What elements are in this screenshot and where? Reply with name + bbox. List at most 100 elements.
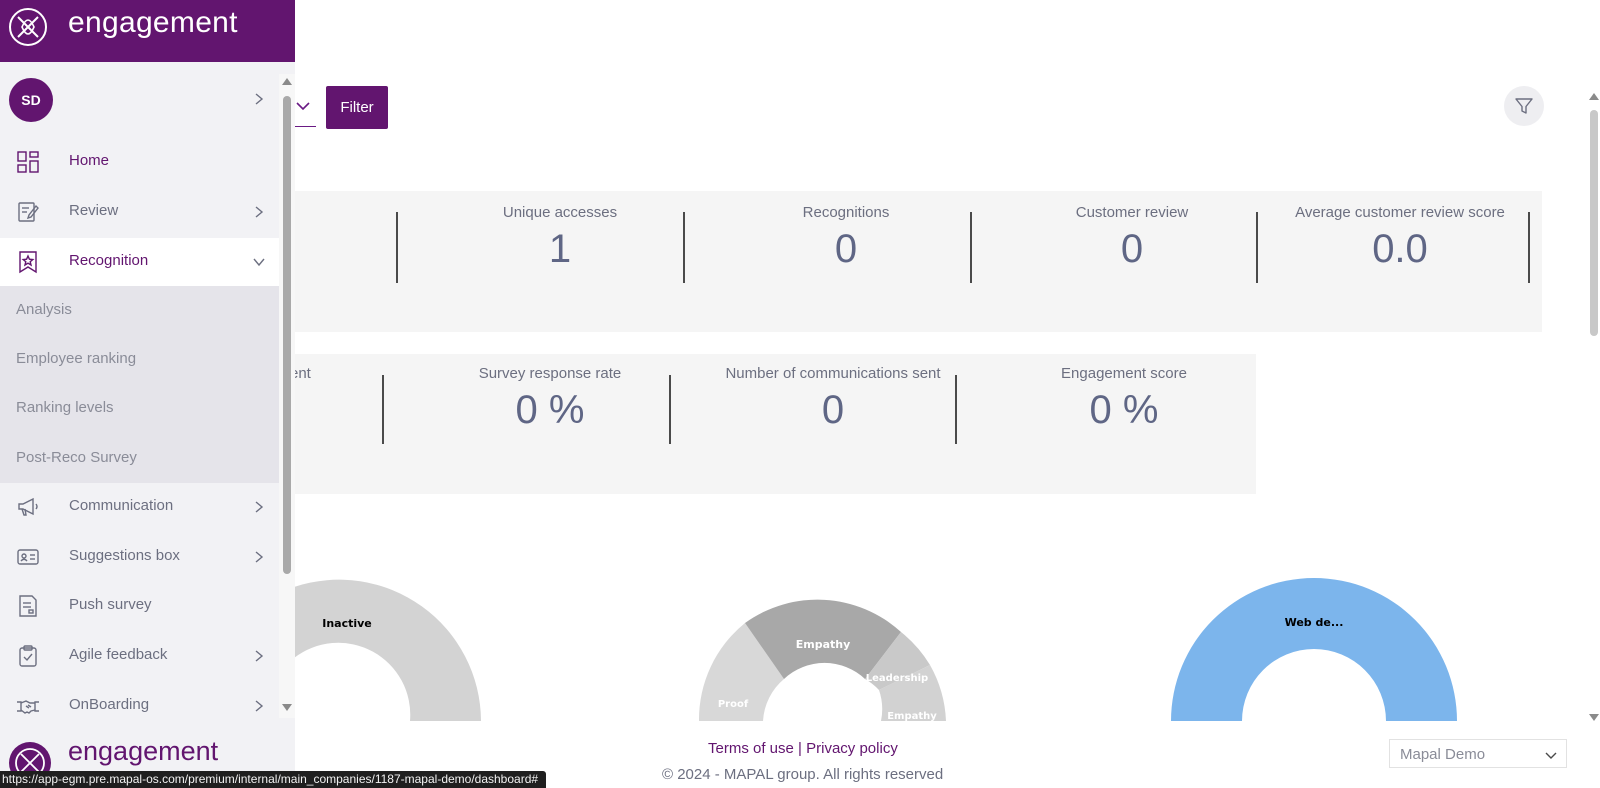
kpi-row-primary: Unique accesses 1 Recognitions 0 Custome…	[294, 191, 1542, 332]
engagement-logo-icon	[9, 8, 47, 46]
user-profile-row[interactable]: SD	[0, 78, 280, 122]
brand-name: engagement	[68, 736, 219, 766]
brand-footer: engagement	[0, 736, 295, 784]
scroll-up-arrow-icon[interactable]	[1589, 93, 1599, 100]
avatar: SD	[9, 78, 53, 122]
sidebar-item-label: Agile feedback	[69, 646, 168, 663]
chart1-label: Inactive	[322, 617, 372, 630]
chevron-down-icon[interactable]	[295, 98, 311, 114]
sidebar-item-label: Push survey	[69, 596, 152, 613]
footer-links: Terms of use | Privacy policy	[708, 740, 898, 757]
kpi-label: Engagement score	[1061, 365, 1187, 382]
kpi-label: Survey response rate	[478, 365, 622, 382]
sidebar-item-label: Recognition	[69, 252, 149, 269]
kpi-divider	[970, 212, 972, 283]
kpi-value: 0	[1120, 227, 1144, 271]
footer-separator: |	[798, 740, 802, 757]
scroll-down-arrow-icon[interactable]	[282, 704, 292, 711]
brand-header[interactable]: engagement	[0, 0, 295, 62]
scroll-down-arrow-icon[interactable]	[1589, 714, 1599, 721]
kpi-value: 0	[834, 227, 858, 271]
chart2-label: Leadership	[866, 673, 928, 684]
kpi-label: Customer review	[1075, 204, 1189, 221]
grid-icon	[17, 151, 39, 173]
chevron-right-icon	[255, 93, 264, 105]
chevron-right-icon	[255, 206, 264, 218]
company-select[interactable]: Mapal Demo	[1389, 739, 1567, 768]
chevron-down-icon	[253, 258, 265, 267]
chevron-right-icon	[255, 650, 264, 662]
sidebar: engagement SD Home Review Recognition An…	[0, 0, 295, 788]
kpi-divider	[955, 375, 957, 444]
kpi-label: Unique accesses	[502, 204, 618, 221]
kpi-unique-accesses: Unique accesses 1	[440, 204, 680, 272]
kpi-value: 0	[821, 388, 845, 432]
funnel-icon	[1515, 98, 1533, 114]
kpi-row-secondary: ent Survey response rate 0 % Number of c…	[290, 354, 1256, 494]
kpi-divider	[382, 375, 384, 444]
privacy-policy-link[interactable]: Privacy policy	[806, 740, 898, 757]
kpi-communications-sent: Number of communications sent 0	[698, 365, 968, 433]
chart2-label: Empathy	[796, 638, 851, 651]
kpi-customer-review: Customer review 0	[1012, 204, 1252, 272]
kpi-label: Recognitions	[802, 204, 890, 221]
handshake-icon	[17, 700, 39, 714]
recognition-submenu: Analysis Employee ranking Ranking levels…	[0, 286, 279, 483]
kpi-average-customer-review-score: Average customer review score 0.0	[1280, 204, 1520, 272]
kpi-value: 1	[548, 227, 572, 271]
brand-name: engagement	[68, 6, 238, 39]
sidebar-item-review[interactable]: Review	[0, 188, 279, 236]
submenu-item-analysis[interactable]: Analysis	[16, 301, 72, 318]
sidebar-item-label: Communication	[69, 497, 174, 514]
chart3-slice-web[interactable]	[1171, 578, 1457, 721]
filter-button[interactable]: Filter	[326, 86, 388, 129]
edit-document-icon	[18, 202, 39, 222]
kpi-divider	[683, 212, 685, 283]
submenu-item-employee-ranking[interactable]: Employee ranking	[16, 350, 136, 367]
chart3-label: Web de...	[1285, 616, 1344, 629]
sidebar-item-recognition[interactable]: Recognition	[0, 238, 279, 286]
sidebar-item-push-survey[interactable]: Push survey	[0, 582, 279, 630]
copyright-text: © 2024 - MAPAL group. All rights reserve…	[662, 766, 944, 783]
megaphone-icon	[18, 497, 38, 516]
kpi-label: Average customer review score	[1295, 204, 1505, 221]
donut-charts: Inactive Empathy Leadership Empathy Proo…	[294, 578, 1457, 721]
charts-area: Inactive Empathy Leadership Empathy Proo…	[294, 560, 1584, 721]
kpi-value: 0.0	[1372, 227, 1428, 271]
id-card-icon	[17, 549, 39, 565]
submenu-item-post-reco-survey[interactable]: Post-Reco Survey	[16, 449, 137, 466]
scroll-up-arrow-icon[interactable]	[282, 78, 292, 85]
sidebar-item-label: Review	[69, 202, 119, 219]
terms-of-use-link[interactable]: Terms of use	[708, 740, 794, 757]
chevron-right-icon	[255, 700, 264, 712]
kpi-engagement-score: Engagement score 0 %	[999, 365, 1249, 433]
sidebar-item-label: Home	[69, 152, 110, 169]
sidebar-scrollbar[interactable]	[279, 74, 295, 718]
chevron-right-icon	[255, 501, 264, 513]
sidebar-item-label: OnBoarding	[69, 696, 150, 713]
sidebar-item-suggestions-box[interactable]: Suggestions box	[0, 533, 279, 581]
kpi-label: Number of communications sent	[725, 365, 941, 382]
chevron-down-icon	[1545, 752, 1557, 759]
clipboard-icon	[19, 645, 37, 667]
chart1-slice-inactive[interactable]	[294, 579, 481, 721]
page-scrollbar[interactable]	[1588, 88, 1600, 722]
filter-select-underline	[292, 126, 316, 127]
bookmark-star-icon	[19, 251, 37, 274]
kpi-value: 0 %	[515, 388, 585, 432]
chart2-label: Empathy	[887, 711, 937, 721]
chevron-right-icon	[255, 551, 264, 563]
scrollbar-thumb[interactable]	[283, 96, 291, 574]
sidebar-item-communication[interactable]: Communication	[0, 483, 279, 531]
company-select-value: Mapal Demo	[1400, 746, 1486, 763]
sidebar-item-onboarding[interactable]: OnBoarding	[0, 682, 279, 730]
chart2-label: Proof	[718, 699, 749, 710]
kpi-divider	[669, 375, 671, 444]
survey-document-icon	[19, 595, 37, 617]
kpi-survey-response-rate: Survey response rate 0 %	[425, 365, 675, 433]
sidebar-item-home[interactable]: Home	[0, 138, 279, 186]
scrollbar-thumb[interactable]	[1590, 110, 1598, 336]
sidebar-item-agile-feedback[interactable]: Agile feedback	[0, 632, 279, 680]
advanced-filter-button[interactable]	[1504, 86, 1544, 126]
submenu-item-ranking-levels[interactable]: Ranking levels	[16, 399, 114, 416]
